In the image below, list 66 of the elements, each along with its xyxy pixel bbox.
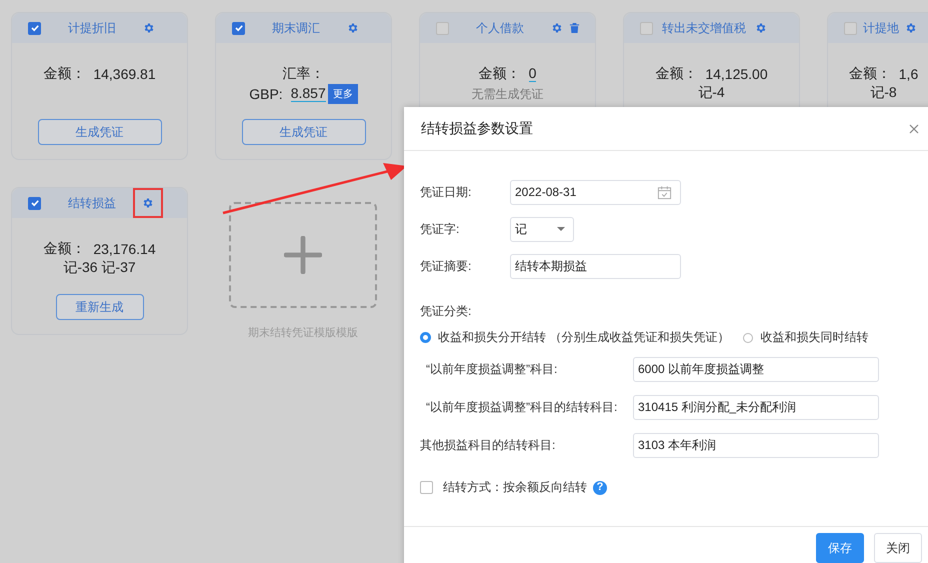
amount-value: 14,125.00 (705, 66, 768, 82)
check-icon (30, 23, 40, 33)
radio-button[interactable] (420, 332, 431, 343)
summary-field[interactable]: 结转本期损益 (510, 254, 681, 278)
account-field[interactable]: 6000 以前年度损益调整 (633, 357, 879, 382)
checkbox[interactable] (640, 22, 653, 34)
plus-icon (284, 236, 322, 274)
radio-option[interactable]: 收益和损失分开结转 （分别生成收益凭证和损失凭证） (420, 329, 730, 346)
amount-link[interactable]: 0 (528, 66, 536, 82)
amount-label: 金额： (478, 65, 521, 83)
amount-label: 金额： (848, 65, 891, 83)
radio-button[interactable] (743, 332, 754, 342)
amount-value: 1,6 (898, 66, 918, 82)
check-icon (234, 23, 244, 33)
checkbox[interactable] (844, 22, 857, 34)
field-label: 凭证分类: (420, 303, 472, 320)
account-field[interactable]: 310415 利润分配_未分配利润 (633, 395, 879, 420)
field-label: 凭证摘要: (420, 258, 472, 274)
caret-icon (557, 227, 565, 231)
amount-value: 14,369.81 (93, 66, 156, 82)
radio-option[interactable]: 收益和损失同时结转 (743, 329, 868, 346)
amount-label: 金额： (43, 65, 86, 83)
amount-label: 金额： (43, 240, 86, 258)
trash-icon[interactable] (569, 22, 580, 34)
amount-label: 金额： (655, 65, 698, 83)
settings-icon[interactable] (142, 197, 154, 209)
checkbox[interactable] (420, 481, 433, 494)
settings-icon[interactable] (755, 22, 767, 34)
settings-icon[interactable] (347, 22, 359, 34)
calendar-icon[interactable] (657, 184, 672, 200)
amount-value: 23,176.14 (93, 241, 156, 257)
checkbox[interactable] (28, 196, 41, 210)
field-label: 凭证日期: (420, 184, 472, 200)
more-button[interactable]: 更多 (328, 84, 358, 104)
check-icon (30, 198, 40, 208)
card-title: 结转损益 (67, 194, 117, 212)
card-text: 汇率： (282, 65, 324, 83)
checkbox[interactable] (232, 22, 245, 34)
checkbox-label: 结转方式：按余额反向结转 (443, 479, 587, 496)
settings-icon[interactable] (905, 22, 917, 34)
settings-icon[interactable] (551, 22, 563, 34)
field-label: 其他损益科目的结转科目: (420, 437, 556, 454)
card-title: 转出未交增值税 (661, 20, 747, 36)
card-text: 记-8 (870, 84, 897, 102)
currency-label: GBP: (249, 86, 283, 102)
dialog-title: 结转损益参数设置 (421, 120, 533, 138)
close-icon[interactable] (909, 124, 919, 134)
card-title: 计提折旧 (67, 20, 117, 36)
card-title: 个人借款 (475, 20, 525, 36)
field-label: “以前年度损益调整”科目的结转科目: (425, 399, 618, 416)
field-label: 凭证字: (420, 220, 460, 238)
rate-link[interactable]: 8.857 (290, 86, 326, 102)
voucher-word-select[interactable]: 记 (510, 216, 574, 242)
checkbox[interactable] (28, 22, 41, 34)
card-note: 无需生成凭证 (472, 86, 544, 103)
card-text: 记-36 记-37 (63, 259, 136, 277)
date-field[interactable]: 2022-08-31 (510, 180, 681, 204)
checkbox[interactable] (436, 22, 449, 34)
close-button[interactable]: 关闭 (874, 533, 922, 563)
settings-icon[interactable] (143, 22, 155, 34)
card-title: 计提地 (863, 20, 899, 36)
add-template-tile[interactable] (229, 202, 377, 308)
card-text: 记-4 (698, 84, 725, 102)
card-title: 期末调汇 (271, 20, 321, 36)
account-field[interactable]: 3103 本年利润 (633, 433, 879, 458)
field-label: “以前年度损益调整”科目: (425, 361, 558, 378)
